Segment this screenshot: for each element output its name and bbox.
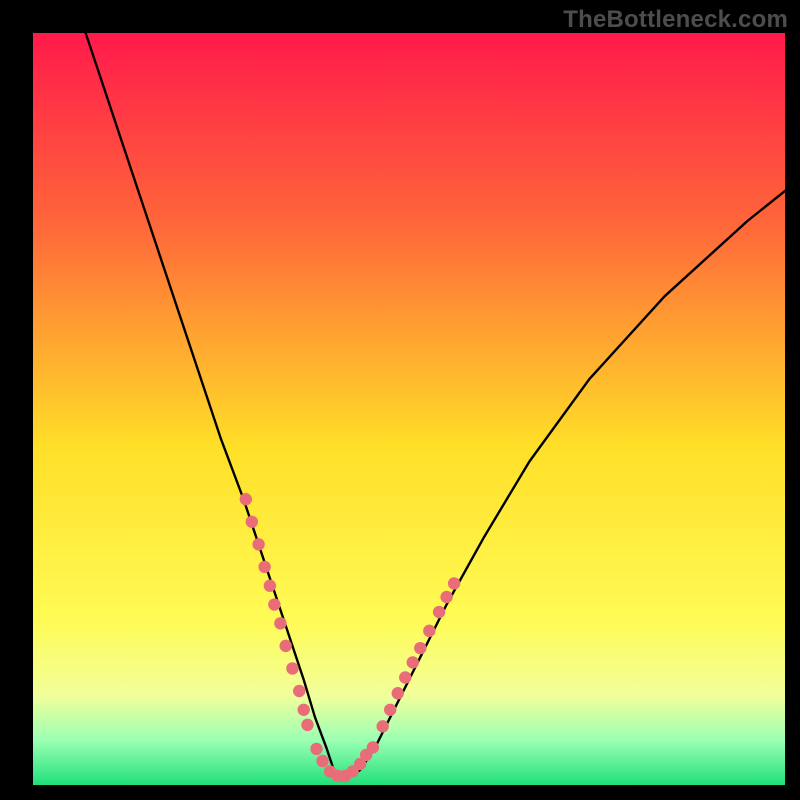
marker-markers-right <box>392 687 404 699</box>
marker-markers-left <box>246 516 258 528</box>
marker-markers-left <box>293 685 305 697</box>
marker-markers-left <box>264 580 276 592</box>
plot-svg <box>33 33 785 785</box>
marker-markers-right <box>433 606 445 618</box>
plot-area <box>33 33 785 785</box>
marker-markers-left <box>240 493 252 505</box>
marker-markers-right <box>407 656 419 668</box>
gradient-background <box>33 33 785 785</box>
marker-markers-right <box>440 591 452 603</box>
marker-markers-left <box>279 640 291 652</box>
marker-markers-right <box>448 577 460 589</box>
marker-markers-left <box>252 538 264 550</box>
marker-markers-left <box>298 704 310 716</box>
watermark-text: TheBottleneck.com <box>563 6 788 34</box>
marker-markers-right <box>414 642 426 654</box>
chart-outer: TheBottleneck.com <box>0 0 800 800</box>
marker-markers-left <box>301 719 313 731</box>
marker-markers-left <box>268 598 280 610</box>
marker-markers-right <box>423 625 435 637</box>
marker-markers-right <box>376 720 388 732</box>
marker-markers-right <box>384 704 396 716</box>
marker-markers-bottom <box>367 741 379 753</box>
marker-markers-left <box>286 662 298 674</box>
marker-markers-left <box>258 561 270 573</box>
marker-markers-right <box>399 671 411 683</box>
marker-markers-left <box>274 617 286 629</box>
marker-markers-bottom <box>310 743 322 755</box>
marker-markers-bottom <box>316 755 328 767</box>
